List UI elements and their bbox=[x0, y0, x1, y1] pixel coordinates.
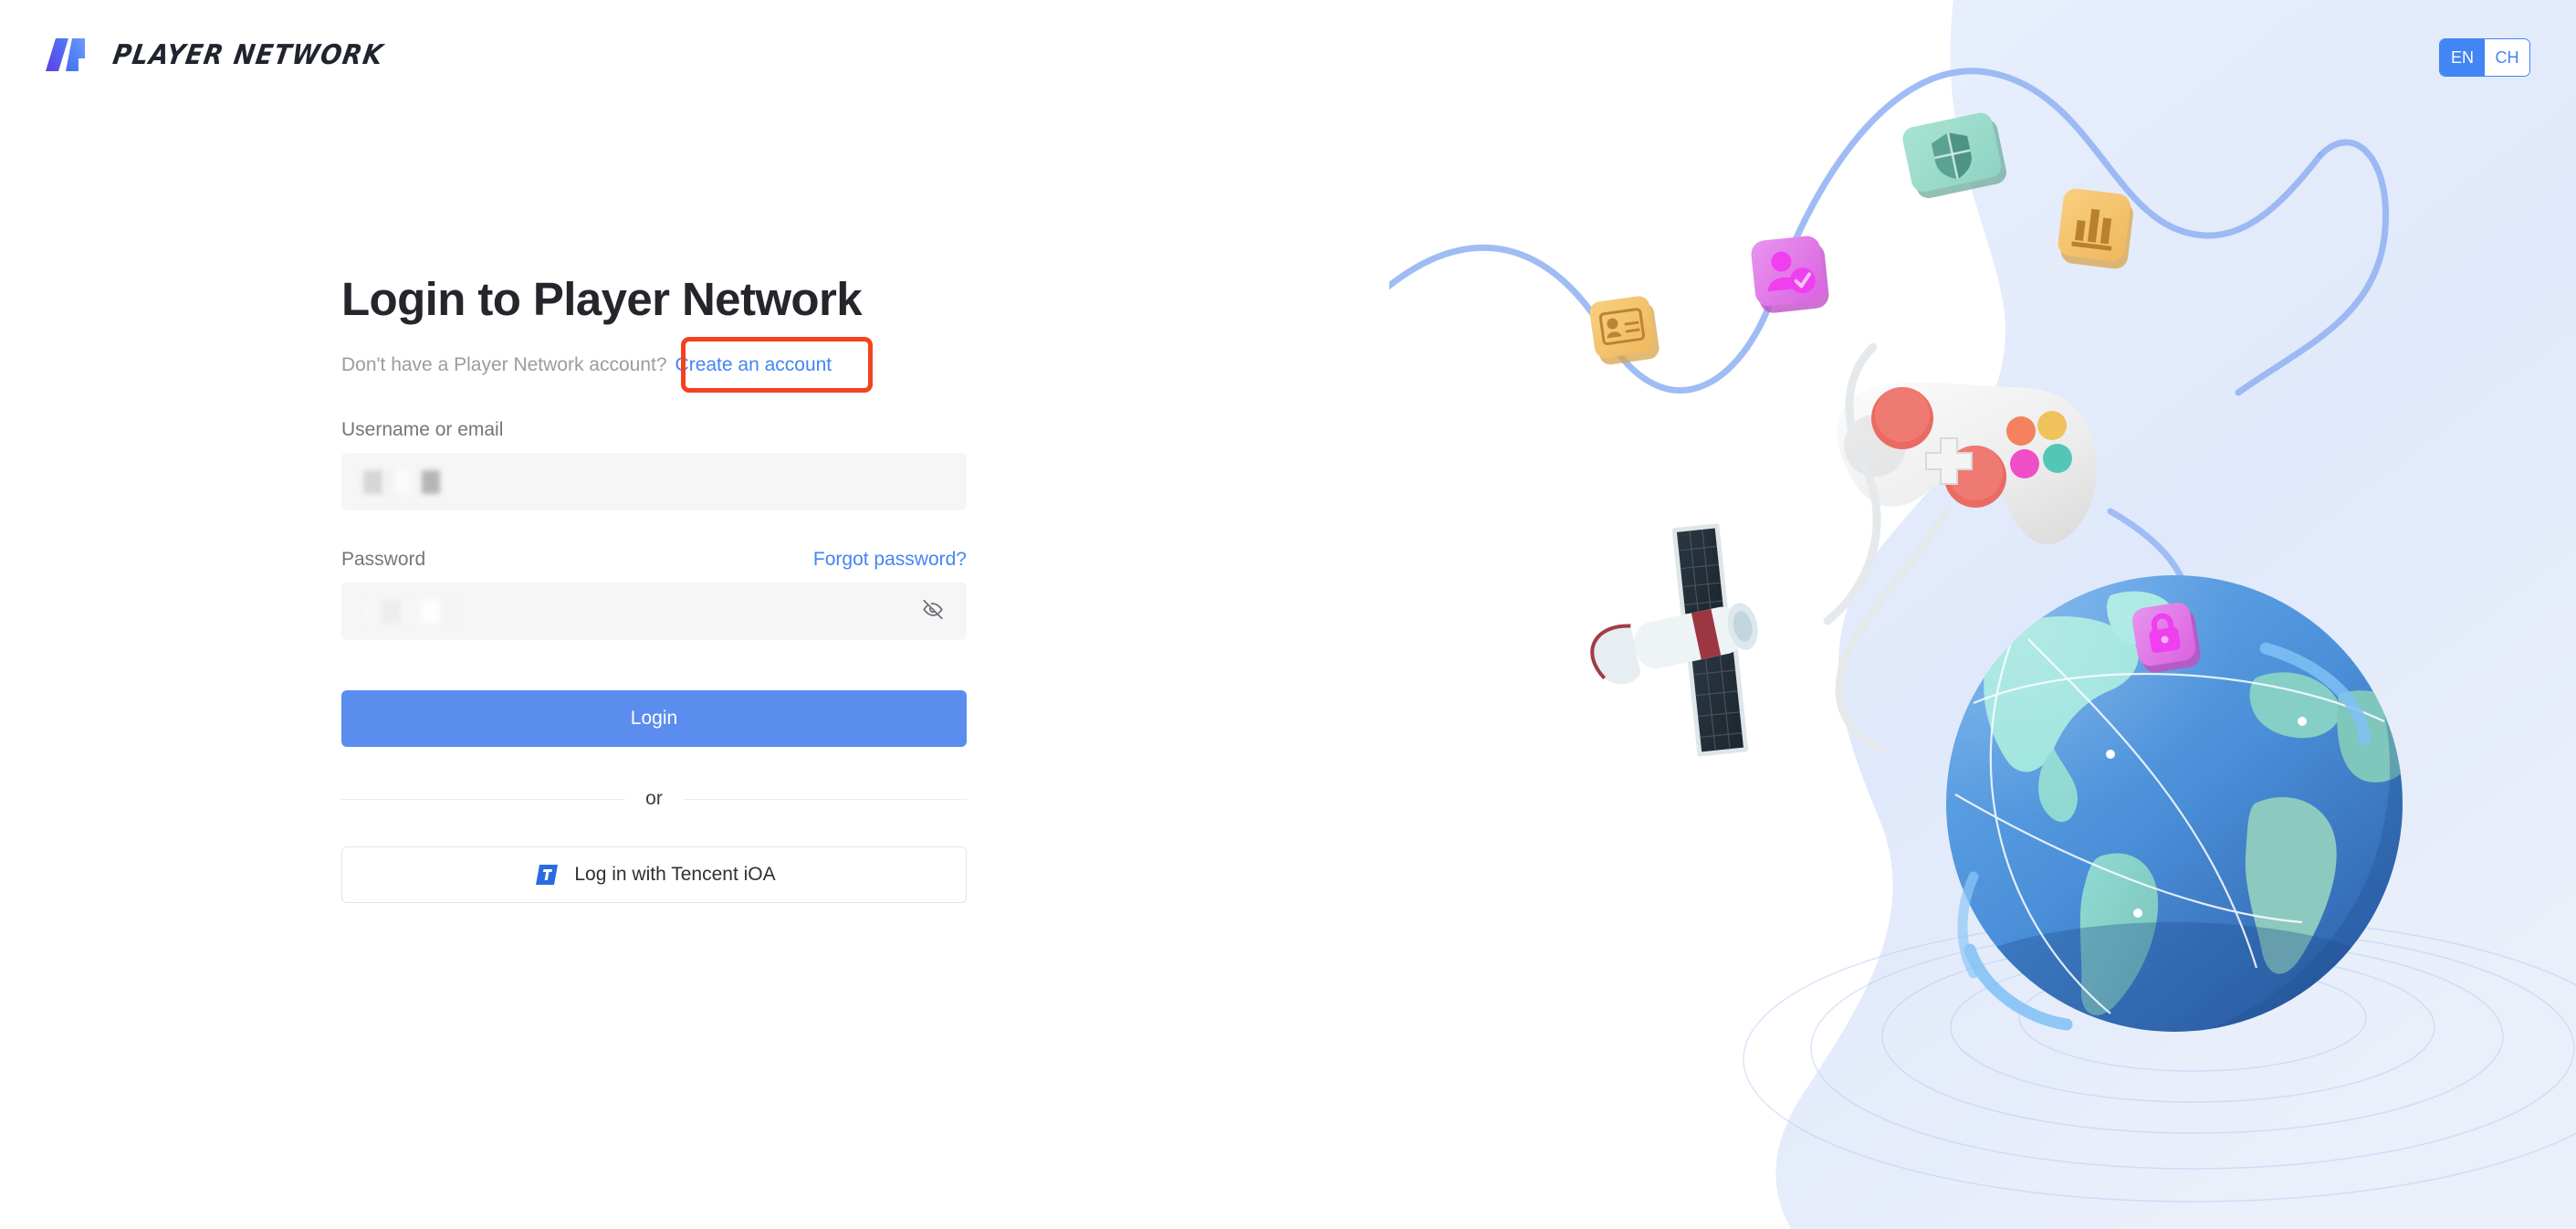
brand-logo[interactable]: PLAYER NETWORK bbox=[46, 35, 386, 75]
lock-card-icon bbox=[2132, 603, 2201, 673]
tencent-ioa-login-label: Log in with Tencent iOA bbox=[574, 864, 776, 886]
connection-curve bbox=[1389, 68, 2324, 394]
password-field-block: Password Forgot password? bbox=[341, 549, 967, 641]
password-input[interactable] bbox=[341, 583, 967, 641]
page-title: Login to Player Network bbox=[341, 273, 863, 325]
password-label: Password bbox=[341, 549, 426, 571]
divider-line-left bbox=[341, 798, 626, 800]
bar-chart-card-icon bbox=[2058, 188, 2133, 269]
language-toggle[interactable]: EN CH bbox=[2439, 38, 2530, 77]
language-option-en[interactable]: EN bbox=[2440, 39, 2485, 76]
language-option-ch[interactable]: CH bbox=[2485, 39, 2529, 76]
orbit-rings bbox=[1743, 916, 2576, 1203]
verified-user-card-icon bbox=[1751, 236, 1829, 313]
tencent-ioa-login-button[interactable]: Log in with Tencent iOA bbox=[341, 846, 967, 904]
globe-icon bbox=[1946, 575, 2403, 1032]
forgot-password-link[interactable]: Forgot password? bbox=[813, 549, 967, 571]
username-field-block: Username or email bbox=[341, 419, 967, 511]
login-button[interactable]: Login bbox=[341, 690, 967, 748]
or-divider: or bbox=[341, 788, 967, 810]
username-input[interactable] bbox=[341, 453, 967, 511]
password-redacted-value bbox=[363, 599, 458, 624]
eye-off-icon[interactable] bbox=[921, 597, 945, 625]
signup-prompt-text: Don't have a Player Network account? bbox=[341, 354, 667, 376]
satellite-icon bbox=[1590, 342, 1881, 757]
brand-name: PLAYER NETWORK bbox=[110, 38, 386, 71]
network-security-gaming-illustration bbox=[1389, 68, 2576, 1203]
background-wave-decoration bbox=[1775, 0, 2576, 1229]
divider-line-right bbox=[682, 798, 967, 800]
id-card-icon bbox=[1589, 296, 1660, 365]
username-redacted-value bbox=[363, 469, 440, 494]
shield-card-icon bbox=[1902, 112, 2006, 199]
player-network-logo-icon bbox=[46, 38, 97, 71]
create-account-link[interactable]: Create an account bbox=[675, 354, 832, 376]
game-controller-icon bbox=[1835, 382, 2097, 753]
divider-label: or bbox=[645, 788, 663, 810]
signup-prompt-row: Don't have a Player Network account? Cre… bbox=[341, 337, 967, 394]
login-form: Login to Player Network Don't have a Pla… bbox=[341, 273, 967, 904]
username-label: Username or email bbox=[341, 419, 504, 441]
login-page: PLAYER NETWORK EN CH Login to Player Net… bbox=[0, 0, 2576, 1229]
tencent-ioa-icon bbox=[532, 861, 560, 888]
